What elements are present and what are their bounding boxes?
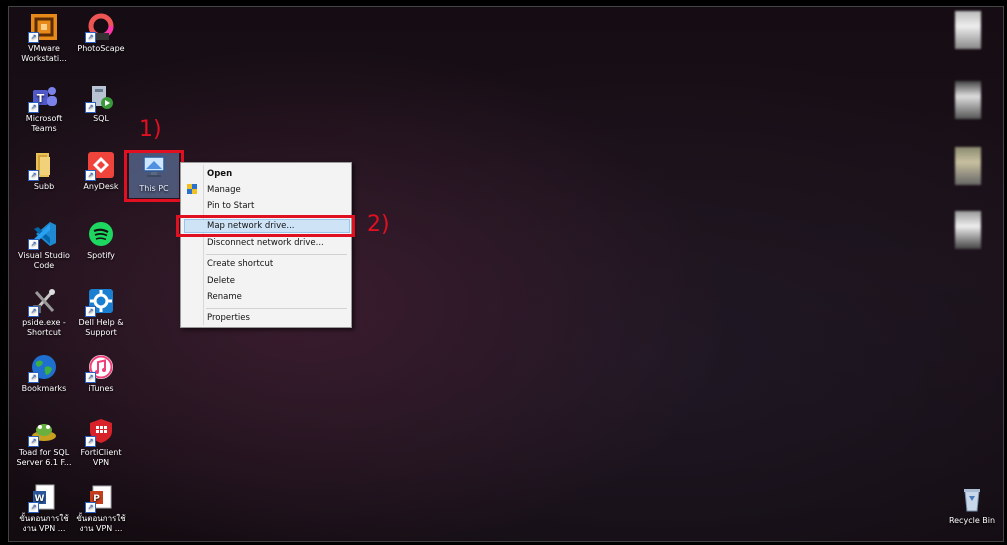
vmware-icon: ↗	[28, 13, 58, 43]
desktop-icon-vscode[interactable]: ↗ Visual Studio Code	[15, 220, 73, 271]
blurred-thumbnail	[955, 211, 981, 249]
menu-item-delete[interactable]: Delete	[206, 274, 348, 288]
desktop-icon-anydesk[interactable]: ↗ AnyDesk	[72, 151, 130, 192]
desktop-icon-teams[interactable]: T ↗ Microsoft Teams	[15, 83, 73, 134]
desktop-icon-toad[interactable]: ↗ Toad for SQL Server 6.1 F...	[15, 417, 73, 468]
desktop-icon-bookmarks[interactable]: ↗ Bookmarks	[15, 353, 73, 394]
step1-highlight-box	[124, 150, 184, 202]
menu-item-pin-to-start[interactable]: Pin to Start	[206, 199, 348, 213]
shield-icon	[186, 183, 198, 195]
step2-highlight-box	[176, 215, 355, 237]
icon-label: FortiClient VPN	[80, 448, 122, 467]
desktop-icon-photoscape[interactable]: ↗ PhotoScape	[72, 13, 130, 54]
menu-separator	[206, 308, 347, 309]
desktop-icon-recycle-bin[interactable]: Recycle Bin	[943, 485, 1001, 526]
dell-help-icon: ↗	[85, 287, 115, 317]
pside-icon: ↗	[28, 287, 58, 317]
menu-item-rename[interactable]: Rename	[206, 290, 348, 304]
icon-label: Toad for SQL Server 6.1 F...	[16, 448, 72, 467]
desktop-icon-vmware[interactable]: ↗ VMware Workstati...	[15, 13, 73, 64]
step2-label: 2)	[367, 212, 390, 237]
icon-label: Microsoft Teams	[25, 114, 63, 133]
desktop-icon-sql[interactable]: ↗ SQL	[72, 83, 130, 124]
powerpoint-doc-icon: P ↗	[85, 483, 115, 513]
teams-icon: T ↗	[28, 83, 58, 113]
menu-item-create-shortcut[interactable]: Create shortcut	[206, 257, 348, 271]
icon-label: Recycle Bin	[948, 516, 996, 525]
desktop-icon-pside[interactable]: ↗ pside.exe - Shortcut	[15, 287, 73, 338]
icon-label: SQL	[93, 114, 109, 123]
desktop-icon-spotify[interactable]: Spotify	[72, 220, 130, 261]
menu-item-manage[interactable]: Manage	[206, 183, 348, 197]
icon-label: iTunes	[88, 384, 114, 393]
desktop-icon-forticlient[interactable]: ↗ FortiClient VPN	[72, 417, 130, 468]
folder-icon: ↗	[28, 151, 58, 181]
blurred-thumbnail	[955, 81, 981, 119]
icon-label: Spotify	[87, 251, 115, 260]
itunes-icon: ↗	[85, 353, 115, 383]
desktop: ↗ VMware Workstati... ↗ PhotoScape T ↗ M…	[8, 6, 1004, 542]
icon-label: ขั้นตอนการใช้งาน VPN ...	[76, 514, 126, 533]
icon-label: Visual Studio Code	[18, 251, 70, 270]
menu-separator	[206, 254, 347, 255]
icon-label: Bookmarks	[21, 384, 67, 393]
vscode-icon: ↗	[28, 220, 58, 250]
icon-label: PhotoScape	[77, 44, 125, 53]
blurred-thumbnail	[955, 11, 981, 49]
icon-label: ขั้นตอนการใช้งาน VPN ...	[19, 514, 69, 533]
blurred-thumbnail	[955, 147, 981, 185]
desktop-icon-subb[interactable]: ↗ Subb	[15, 151, 73, 192]
desktop-icon-dell-help[interactable]: ↗ Dell Help & Support	[72, 287, 130, 338]
menu-item-properties[interactable]: Properties	[206, 311, 348, 325]
spotify-icon	[87, 220, 115, 248]
icon-label: pside.exe - Shortcut	[22, 318, 66, 337]
bookmarks-globe-icon: ↗	[28, 353, 58, 383]
context-menu: Open Manage Pin to Start Map network dri…	[180, 162, 352, 328]
sql-icon: ↗	[85, 83, 115, 113]
desktop-icon-itunes[interactable]: ↗ iTunes	[72, 353, 130, 394]
menu-item-open[interactable]: Open	[206, 167, 348, 181]
desktop-icon-vpn-ppt-doc[interactable]: P ↗ ขั้นตอนการใช้งาน VPN ...	[72, 483, 130, 534]
anydesk-icon: ↗	[85, 151, 115, 181]
icon-label: VMware Workstati...	[21, 44, 67, 63]
menu-gutter	[203, 165, 204, 325]
step1-label: 1)	[139, 117, 162, 142]
toad-icon: ↗	[28, 417, 58, 447]
icon-label: AnyDesk	[83, 182, 119, 191]
icon-label: Subb	[33, 182, 55, 191]
word-doc-icon: W ↗	[28, 483, 58, 513]
photoscape-icon: ↗	[85, 13, 115, 43]
recycle-bin-icon	[958, 485, 986, 513]
desktop-icon-vpn-word-doc[interactable]: W ↗ ขั้นตอนการใช้งาน VPN ...	[15, 483, 73, 534]
forticlient-icon: ↗	[85, 417, 115, 447]
icon-label: Dell Help & Support	[78, 318, 124, 337]
menu-item-disconnect-network-drive[interactable]: Disconnect network drive...	[206, 236, 348, 250]
